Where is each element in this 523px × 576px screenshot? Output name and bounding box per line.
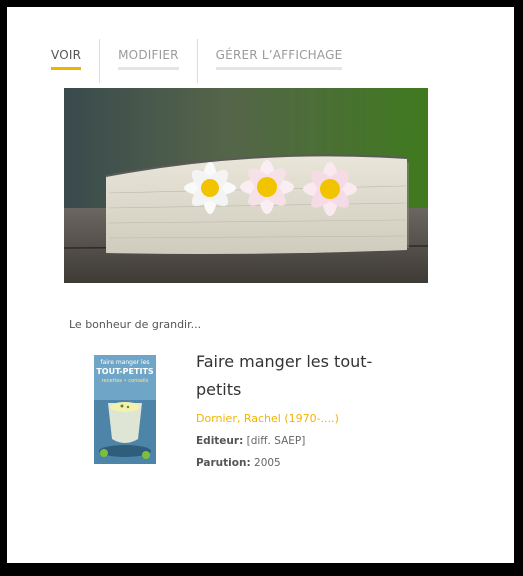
cover-line2: TOUT-PETITS: [96, 367, 154, 376]
tab-label: GÉRER L’AFFICHAGE: [215, 48, 343, 70]
date-label: Parution:: [196, 457, 251, 469]
tab-bar: VOIR MODIFIER GÉRER L’AFFICHAGE: [51, 39, 343, 83]
tab-divider: [99, 39, 101, 83]
tab-modifier[interactable]: MODIFIER: [118, 39, 179, 74]
tab-label: MODIFIER: [118, 48, 179, 70]
date-value: 2005: [254, 457, 281, 469]
daisy-flowers: [184, 160, 357, 216]
cover-line3: recettes • conseils: [102, 378, 149, 384]
book-title[interactable]: Faire manger les tout-petits: [196, 348, 396, 404]
date-row: Parution: 2005: [196, 457, 281, 469]
tab-label: VOIR: [51, 48, 82, 70]
cover-line1: faire manger les: [100, 359, 149, 366]
editor-label: Editeur:: [196, 435, 244, 447]
editor-row: Editeur: [diff. SAEP]: [196, 435, 305, 447]
tab-voir[interactable]: VOIR: [51, 39, 82, 74]
content-frame: VOIR MODIFIER GÉRER L’AFFICHAGE Le bonhe…: [7, 7, 514, 563]
book-cover[interactable]: faire manger les TOUT-PETITS recettes • …: [94, 355, 156, 464]
tab-divider: [196, 39, 198, 83]
editor-value: [diff. SAEP]: [246, 435, 306, 447]
tab-gerer-affichage[interactable]: GÉRER L’AFFICHAGE: [215, 39, 343, 74]
hero-image: [64, 88, 428, 283]
caption-text: Le bonheur de grandir...: [69, 318, 202, 331]
book-author-link[interactable]: Dornier, Rachel (1970-....): [196, 412, 339, 425]
